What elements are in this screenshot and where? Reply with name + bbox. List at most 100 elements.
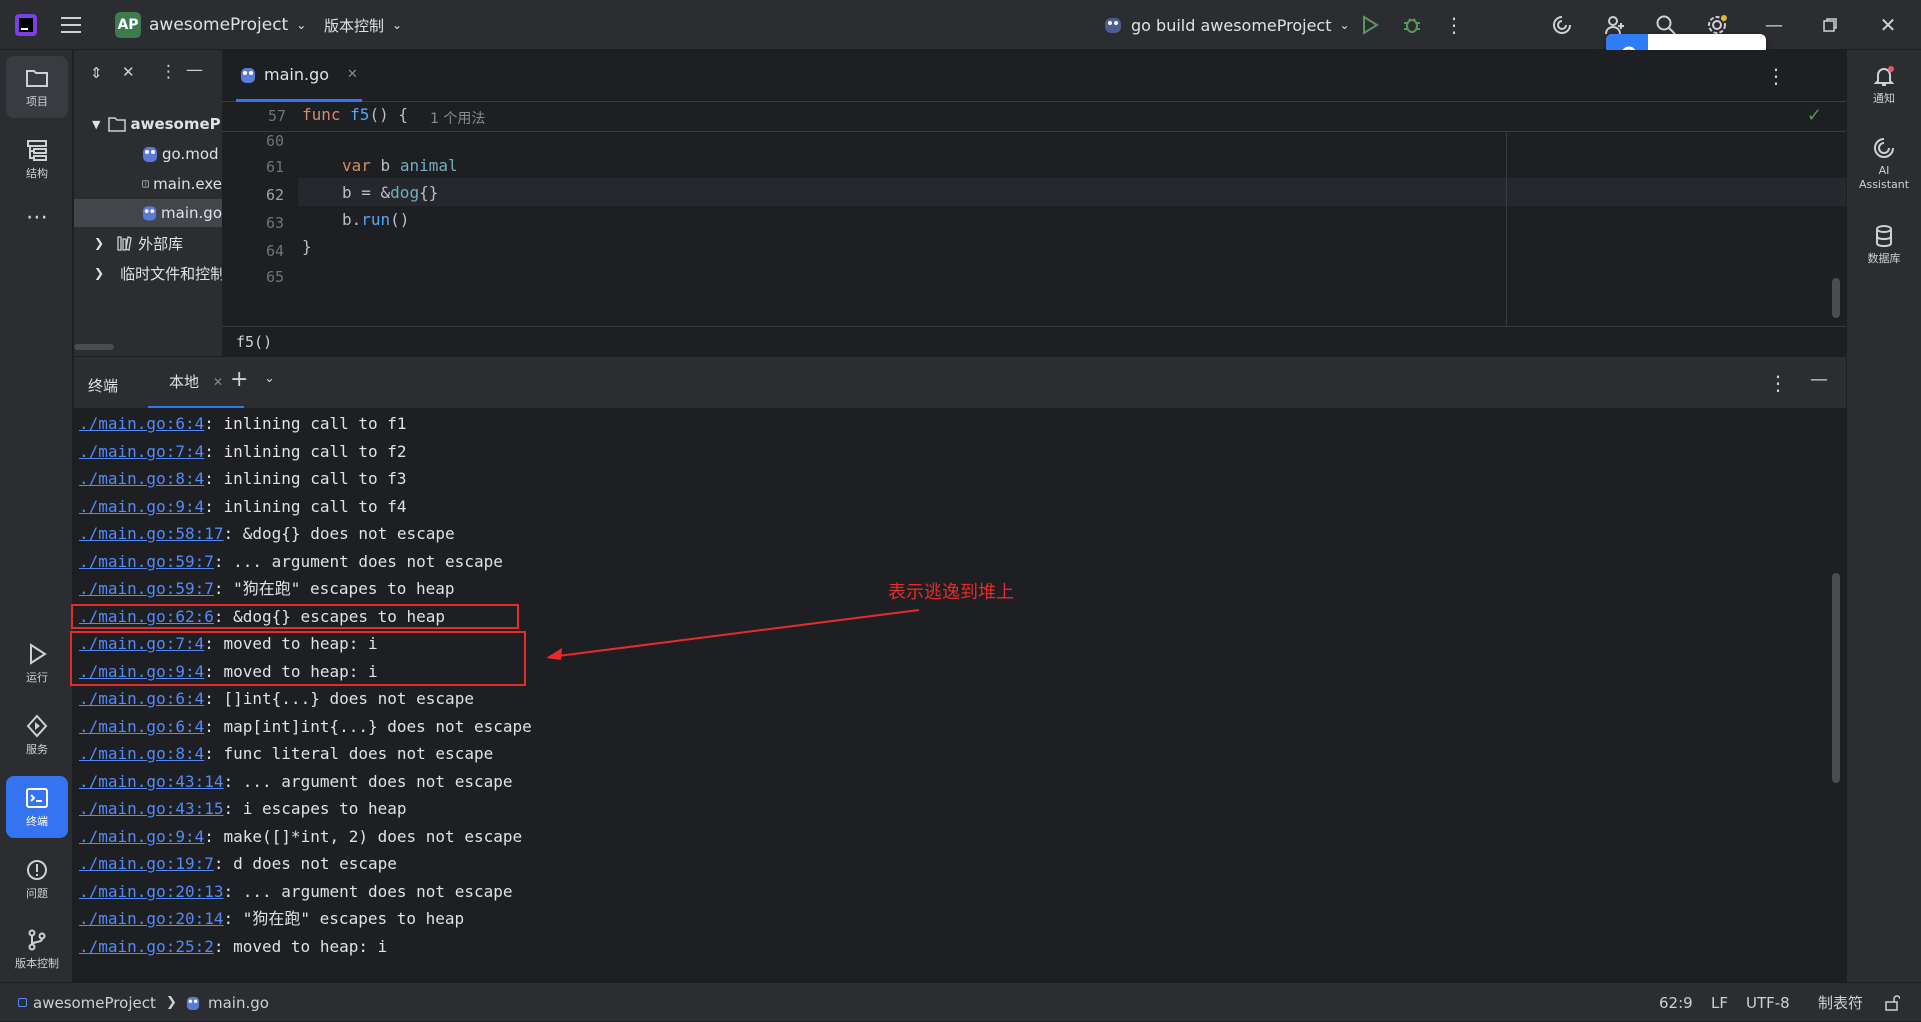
source-link[interactable]: ./main.go:19:7	[79, 854, 214, 873]
chevron-down-icon: ⌄	[296, 18, 307, 32]
line-number: 63	[265, 214, 284, 232]
caret-position[interactable]: 62:9	[1659, 983, 1693, 1022]
run-icon[interactable]	[1358, 13, 1382, 37]
editor-breadcrumb[interactable]: f5()	[222, 326, 1846, 356]
add-terminal-icon[interactable]: +	[230, 367, 248, 392]
hide-panel-icon[interactable]: —	[186, 60, 203, 80]
tool-ai-assistant[interactable]: AI Assistant	[1853, 136, 1915, 192]
line-separator[interactable]: LF	[1711, 983, 1728, 1022]
lock-icon[interactable]	[1884, 983, 1900, 1022]
indent-setting[interactable]: 制表符	[1818, 983, 1863, 1022]
tool-database[interactable]: 数据库	[1853, 224, 1915, 266]
more-tools-icon[interactable]: ⋯	[6, 200, 68, 234]
status-breadcrumb-project[interactable]: awesomeProject	[18, 983, 156, 1022]
source-link[interactable]: ./main.go:20:13	[79, 882, 224, 901]
expand-all-icon[interactable]: ⇕	[90, 64, 103, 82]
tool-problems[interactable]: 问题	[6, 848, 68, 910]
more-options-icon[interactable]: ⋮	[1766, 64, 1786, 88]
source-link[interactable]: ./main.go:8:4	[79, 744, 204, 763]
file-encoding[interactable]: UTF-8	[1746, 983, 1790, 1022]
source-link[interactable]: ./main.go:25:2	[79, 937, 214, 956]
project-switcher[interactable]: AP awesomeProject ⌄	[115, 0, 306, 50]
unknown-file-icon: ?	[142, 180, 150, 188]
vcs-menu-label: 版本控制	[324, 16, 385, 35]
editor-tab-main-go[interactable]: main.go ✕	[236, 50, 362, 102]
source-link[interactable]: ./main.go:9:4	[79, 827, 204, 846]
restore-icon[interactable]	[1818, 13, 1842, 37]
go-file-icon	[186, 996, 200, 1010]
annotation-label: 表示逃逸到堆上	[888, 582, 1014, 603]
close-icon[interactable]: ✕	[1876, 13, 1900, 37]
horizontal-scrollbar[interactable]	[74, 344, 114, 350]
more-options-icon[interactable]: ⋮	[1442, 13, 1466, 37]
ai-spiral-icon[interactable]	[1550, 13, 1574, 37]
git-icon	[28, 929, 46, 950]
tree-item-go-mod[interactable]: go.mod	[74, 140, 222, 168]
project-badge: AP	[115, 12, 141, 38]
vcs-menu[interactable]: 版本控制 ⌄	[324, 0, 402, 50]
tool-project[interactable]: 项目	[6, 56, 68, 118]
minimize-icon[interactable]: —	[1762, 13, 1786, 37]
tree-item-scratches[interactable]: ❯ 临时文件和控制台	[74, 259, 222, 287]
source-link[interactable]: ./main.go:43:14	[79, 772, 224, 791]
line-number: 61	[265, 158, 284, 176]
source-link[interactable]: ./main.go:6:4	[79, 689, 204, 708]
tool-services[interactable]: 服务	[6, 704, 68, 766]
terminal-line: ./main.go:7:4: inlining call to f2	[79, 442, 407, 461]
source-link[interactable]: ./main.go:58:17	[79, 524, 224, 543]
line-number: 62	[265, 186, 284, 204]
terminal-line: ./main.go:59:7: "狗在跑" escapes to heap	[79, 579, 455, 598]
editor-gutter[interactable]: 60 61 62 63 64 65	[222, 102, 298, 326]
terminal-line: ./main.go:20:13: ... argument does not e…	[79, 882, 513, 901]
tool-notifications[interactable]: 通知	[1853, 64, 1915, 106]
status-breadcrumb-file[interactable]: main.go	[186, 983, 269, 1022]
tree-item-label: go.mod	[162, 145, 219, 163]
run-config-selector[interactable]: go build awesomeProject ⌄	[1103, 0, 1350, 50]
main-menu-icon[interactable]	[60, 0, 82, 50]
collapse-all-icon[interactable]: ✕	[122, 63, 135, 81]
database-icon	[1876, 225, 1892, 248]
source-link[interactable]: ./main.go:7:4	[79, 442, 204, 461]
source-link[interactable]: ./main.go:6:4	[79, 414, 204, 433]
tree-item-external-libs[interactable]: ❯ 外部库	[74, 229, 222, 257]
tree-item-main-go[interactable]: main.go	[74, 199, 222, 227]
more-options-icon[interactable]: ⋮	[1768, 371, 1788, 395]
code-editor[interactable]: var b animal b = &dog{} b.run() }	[298, 102, 1846, 326]
terminal-scrollbar[interactable]	[1832, 573, 1840, 783]
close-tab-icon[interactable]: ✕	[213, 375, 223, 389]
check-icon[interactable]: ✓	[1807, 105, 1822, 126]
terminal-line: ./main.go:43:14: ... argument does not e…	[79, 772, 513, 791]
hide-panel-icon[interactable]: —	[1810, 369, 1828, 390]
source-link[interactable]: ./main.go:59:7	[79, 552, 214, 571]
chevron-down-icon[interactable]: ⌄	[264, 371, 275, 386]
terminal-line: ./main.go:8:4: inlining call to f3	[79, 469, 407, 488]
highlight-box-moved-to-heap	[70, 631, 526, 686]
source-link[interactable]: ./main.go:6:4	[79, 717, 204, 736]
code-line-63: b.run()	[342, 210, 410, 229]
source-link[interactable]: ./main.go:8:4	[79, 469, 204, 488]
sticky-lines[interactable]: 57 func f5() { 1 个用法 ✓	[222, 102, 1846, 132]
status-project-label: awesomeProject	[33, 993, 156, 1012]
tool-vcs[interactable]: 版本控制	[6, 918, 68, 980]
vertical-scrollbar[interactable]	[1832, 278, 1840, 318]
close-tab-icon[interactable]: ✕	[347, 67, 358, 82]
tool-terminal[interactable]: 终端	[6, 776, 68, 838]
tool-structure[interactable]: 结构	[6, 128, 68, 190]
more-options-icon[interactable]: ⋮	[160, 62, 177, 82]
source-link[interactable]: ./main.go:9:4	[79, 497, 204, 516]
tree-item-main-exe[interactable]: ? main.exe	[74, 170, 222, 198]
debug-icon[interactable]	[1400, 13, 1424, 37]
run-icon	[30, 642, 47, 665]
app-logo-icon[interactable]	[14, 0, 38, 50]
go-file-icon	[241, 67, 255, 83]
tool-structure-label: 结构	[26, 166, 48, 180]
usage-hint[interactable]: 1 个用法	[430, 108, 485, 128]
tool-run[interactable]: 运行	[6, 632, 68, 694]
breadcrumb-item[interactable]: f5()	[236, 333, 272, 351]
chevron-right-icon: ❯	[94, 266, 105, 280]
source-link[interactable]: ./main.go:59:7	[79, 579, 214, 598]
source-link[interactable]: ./main.go:20:14	[79, 909, 224, 928]
terminal-output[interactable]: ./main.go:6:4: inlining call to f1 ./mai…	[70, 408, 1846, 982]
tree-item-root[interactable]: ▼ awesomeP	[74, 110, 222, 138]
source-link[interactable]: ./main.go:43:15	[79, 799, 224, 818]
